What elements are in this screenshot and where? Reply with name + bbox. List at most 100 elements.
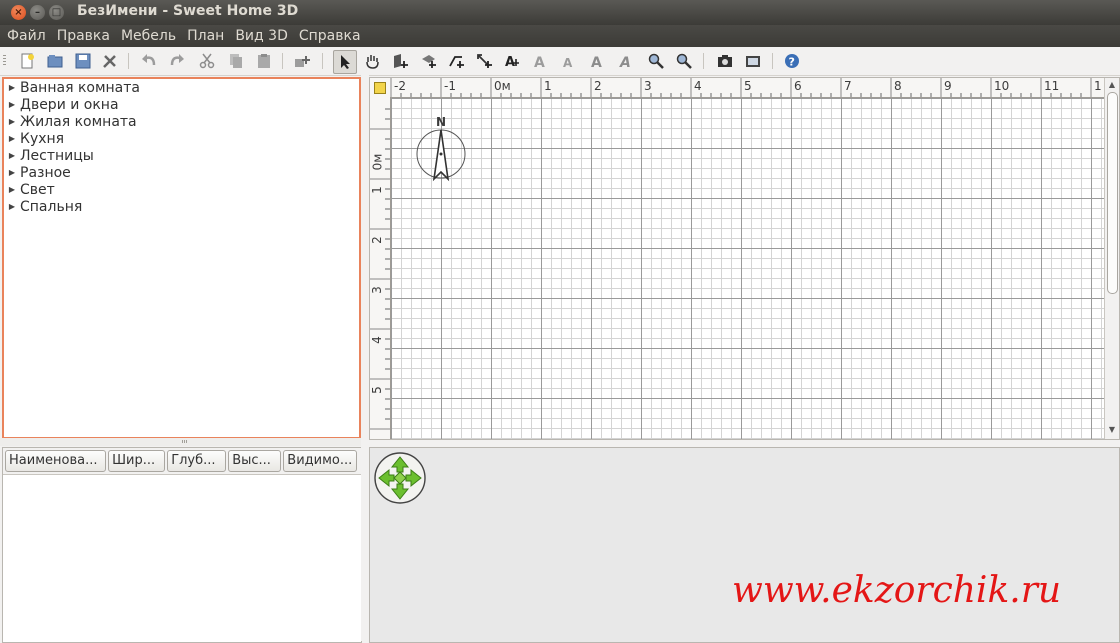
svg-text:A: A — [505, 55, 515, 69]
catalog-category[interactable]: ▶ Жилая комната — [4, 113, 359, 130]
scroll-down-arrow-icon[interactable]: ▼ — [1107, 425, 1117, 435]
toolbar: A A A A A ? — [0, 47, 1120, 76]
column-header-height[interactable]: Выс... — [228, 450, 282, 472]
increase-text-size-icon[interactable]: A — [531, 50, 553, 72]
open-folder-icon[interactable] — [44, 50, 66, 72]
horizontal-ruler: -2 -1 0м 1 2 3 4 5 6 7 8 9 10 11 1 — [390, 78, 1104, 98]
expand-arrow-icon[interactable]: ▶ — [4, 202, 20, 211]
bold-text-icon[interactable]: A — [587, 50, 609, 72]
ruler-label: 5 — [370, 386, 384, 394]
furniture-list-table[interactable]: Наименова... Шир... Глуб... Выс... Видим… — [2, 447, 362, 643]
title-bar: × – □ БезИмени - Sweet Home 3D — [0, 0, 1120, 25]
paste-icon[interactable] — [253, 50, 275, 72]
close-window-button[interactable]: × — [11, 5, 26, 20]
svg-text:A: A — [591, 55, 602, 69]
cut-icon[interactable] — [196, 50, 218, 72]
catalog-category[interactable]: ▶ Разное — [4, 164, 359, 181]
select-arrow-icon[interactable] — [333, 50, 357, 74]
column-header-name[interactable]: Наименова... — [5, 450, 107, 472]
svg-text:A: A — [619, 55, 631, 69]
menu-furniture[interactable]: Мебель — [117, 28, 180, 44]
camera-icon[interactable] — [714, 50, 736, 72]
ruler-label: 2 — [594, 79, 602, 93]
video-icon[interactable] — [742, 50, 764, 72]
watermark-text: www.ekzorchik.ru — [732, 570, 1062, 611]
redo-icon[interactable] — [166, 50, 188, 72]
ruler-label: 4 — [370, 336, 384, 344]
catalog-category[interactable]: ▶ Двери и окна — [4, 96, 359, 113]
create-dimensions-icon[interactable] — [473, 50, 495, 72]
help-icon[interactable]: ? — [781, 50, 803, 72]
catalog-category[interactable]: ▶ Спальня — [4, 198, 359, 215]
catalog-category-label: Двери и окна — [20, 96, 119, 113]
ruler-label: 3 — [370, 286, 384, 294]
toolbar-separator — [322, 53, 323, 69]
ruler-label: 8 — [894, 79, 902, 93]
toolbar-separator — [772, 53, 773, 69]
expand-arrow-icon[interactable]: ▶ — [4, 134, 20, 143]
vertical-ruler: 0м 1 2 3 4 5 — [370, 97, 391, 439]
plan-grid[interactable] — [391, 98, 1104, 439]
catalog-category-label: Ванная комната — [20, 79, 140, 96]
zoom-out-icon[interactable] — [673, 50, 695, 72]
create-rooms-icon[interactable] — [417, 50, 439, 72]
plan-vertical-scrollbar[interactable]: ▲ ▼ — [1104, 78, 1119, 439]
italic-text-icon[interactable]: A — [615, 50, 637, 72]
furniture-table-header: Наименова... Шир... Глуб... Выс... Видим… — [3, 448, 361, 475]
toolbar-grip[interactable] — [3, 55, 6, 67]
catalog-category[interactable]: ▶ Свет — [4, 181, 359, 198]
catalog-category-label: Свет — [20, 181, 55, 198]
catalog-category[interactable]: ▶ Ванная комната — [4, 79, 359, 96]
add-text-icon[interactable]: A — [501, 50, 523, 72]
ruler-label: 9 — [944, 79, 952, 93]
zoom-in-icon[interactable] — [645, 50, 667, 72]
new-file-icon[interactable] — [16, 50, 38, 72]
copy-icon[interactable] — [225, 50, 247, 72]
menu-edit[interactable]: Правка — [53, 28, 114, 44]
minimize-window-button[interactable]: – — [30, 5, 45, 20]
catalog-category[interactable]: ▶ Лестницы — [4, 147, 359, 164]
expand-arrow-icon[interactable]: ▶ — [4, 117, 20, 126]
furniture-catalog-tree[interactable]: ▶ Ванная комната ▶ Двери и окна ▶ Жилая … — [2, 77, 361, 439]
ruler-label: 0м — [494, 79, 511, 93]
expand-arrow-icon[interactable]: ▶ — [4, 100, 20, 109]
expand-arrow-icon[interactable]: ▶ — [4, 168, 20, 177]
level-lock-icon[interactable] — [374, 82, 386, 94]
3d-navigation-arrows-icon[interactable] — [374, 452, 426, 504]
decrease-text-size-icon[interactable]: A — [559, 50, 581, 72]
menu-3d-view[interactable]: Вид 3D — [231, 28, 292, 44]
maximize-window-button[interactable]: □ — [49, 5, 64, 20]
scroll-up-arrow-icon[interactable]: ▲ — [1107, 80, 1117, 90]
3d-view[interactable]: www.ekzorchik.ru — [369, 447, 1120, 643]
svg-text:?: ? — [789, 56, 795, 69]
scrollbar-thumb[interactable] — [1107, 92, 1118, 294]
column-header-width[interactable]: Шир... — [108, 450, 166, 472]
tools-icon[interactable] — [99, 50, 121, 72]
column-header-visible[interactable]: Видимо... — [283, 450, 357, 472]
create-polylines-icon[interactable] — [445, 50, 467, 72]
menu-file[interactable]: Файл — [3, 28, 50, 44]
catalog-category-label: Жилая комната — [20, 113, 137, 130]
left-split-handle[interactable] — [0, 438, 364, 446]
menu-help[interactable]: Справка — [295, 28, 365, 44]
catalog-category[interactable]: ▶ Кухня — [4, 130, 359, 147]
add-furniture-icon[interactable] — [291, 50, 313, 72]
expand-arrow-icon[interactable]: ▶ — [4, 83, 20, 92]
menu-plan[interactable]: План — [183, 28, 228, 44]
column-header-depth[interactable]: Глуб... — [167, 450, 227, 472]
main-split-handle[interactable] — [361, 75, 369, 641]
create-walls-icon[interactable] — [389, 50, 411, 72]
ruler-label: 5 — [744, 79, 752, 93]
save-icon[interactable] — [72, 50, 94, 72]
pan-hand-icon[interactable] — [361, 50, 383, 72]
split-grip — [182, 440, 188, 443]
menu-bar: Файл Правка Мебель План Вид 3D Справка — [0, 25, 1120, 47]
catalog-category-label: Спальня — [20, 198, 83, 215]
undo-icon[interactable] — [138, 50, 160, 72]
expand-arrow-icon[interactable]: ▶ — [4, 151, 20, 160]
ruler-corner — [370, 78, 391, 98]
compass-north-label: N — [436, 115, 447, 129]
plan-view[interactable]: -2 -1 0м 1 2 3 4 5 6 7 8 9 10 11 1 0м 1 … — [369, 77, 1120, 440]
expand-arrow-icon[interactable]: ▶ — [4, 185, 20, 194]
catalog-category-label: Кухня — [20, 130, 65, 147]
